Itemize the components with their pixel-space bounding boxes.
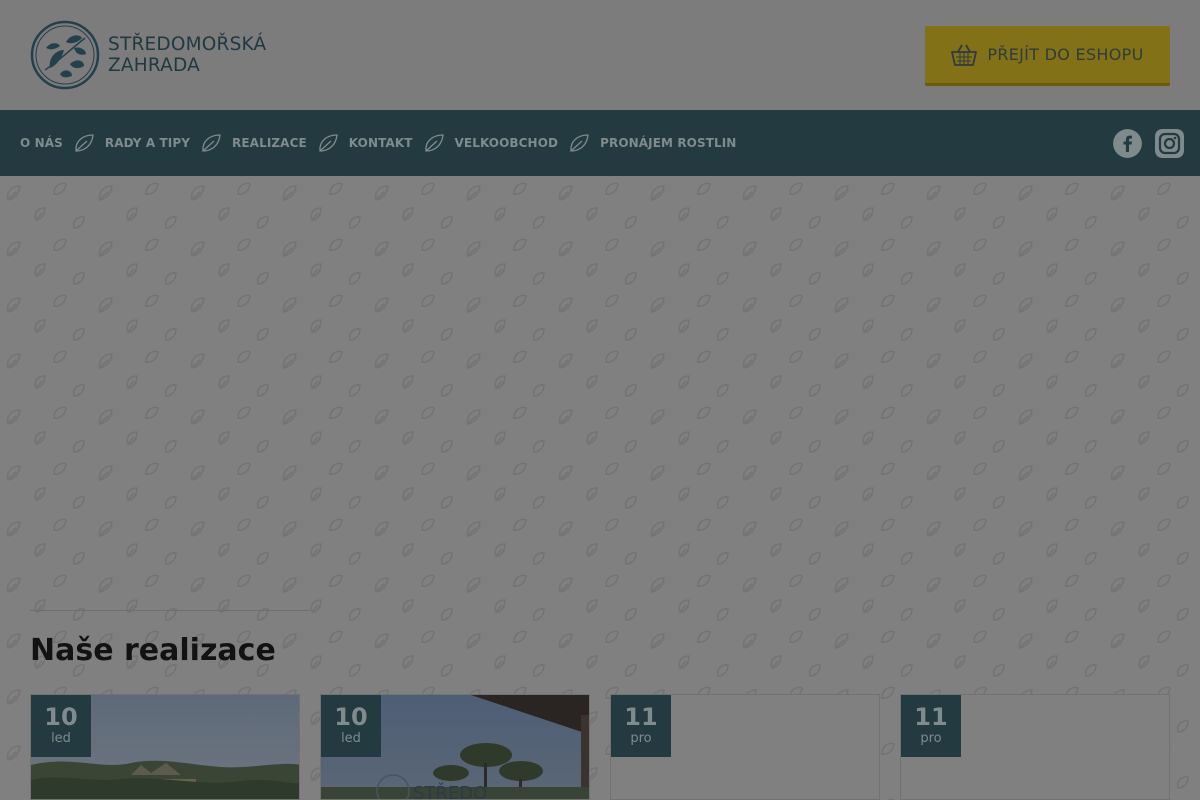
site-header: STŘEDOMOŘSKÁ ZAHRADA PŘEJÍT DO ESHOPU [0,0,1200,110]
date-day: 10 [44,703,78,731]
nav-item-realizace[interactable]: REALIZACE [232,136,307,150]
date-badge: 10 led [31,695,91,757]
watermark-text: STŘEDO [413,782,487,800]
date-badge: 11 pro [901,695,961,757]
realization-card[interactable]: 11 pro [610,694,880,800]
logo-line-1: STŘEDOMOŘSKÁ [108,34,267,55]
date-month: led [51,731,71,746]
date-badge: 11 pro [611,695,671,757]
instagram-icon[interactable] [1155,129,1184,158]
basket-icon [951,44,978,66]
nav-item-kontakt[interactable]: KONTAKT [349,136,413,150]
section-title: Naše realizace [30,633,276,668]
realization-card[interactable]: 11 pro [900,694,1170,800]
leaf-separator-icon [202,134,221,152]
main-navigation: O NÁS RADY A TIPY REALIZACE KONTAKT VELK… [0,110,1200,176]
date-day: 11 [914,703,948,731]
go-to-eshop-button[interactable]: PŘEJÍT DO ESHOPU [925,26,1170,83]
date-badge: 10 led [321,695,381,757]
realization-card[interactable]: STŘEDO 10 led [320,694,590,800]
leaf-separator-icon [75,134,94,152]
nav-item-pronajem-rostlin[interactable]: PRONÁJEM ROSTLIN [600,136,736,150]
date-day: 11 [624,703,658,731]
nav-item-rady-a-tipy[interactable]: RADY A TIPY [105,136,190,150]
date-month: pro [630,731,652,746]
date-month: pro [920,731,942,746]
leaf-separator-icon [570,134,589,152]
leaf-separator-icon [424,134,444,152]
nav-item-velkoobchod[interactable]: VELKOOBCHOD [455,136,559,150]
site-logo[interactable]: STŘEDOMOŘSKÁ ZAHRADA [30,20,290,90]
nav-items: O NÁS RADY A TIPY REALIZACE KONTAKT VELK… [20,110,736,176]
leaf-separator-icon [319,134,338,152]
section-divider [30,610,310,611]
realization-card[interactable]: 10 led [30,694,300,800]
nav-item-o-nas[interactable]: O NÁS [20,136,63,150]
facebook-icon[interactable] [1113,129,1142,158]
logo-text: STŘEDOMOŘSKÁ ZAHRADA [108,34,266,76]
logo-emblem-icon [30,20,100,90]
logo-line-2: ZAHRADA [108,55,200,76]
eshop-label: PŘEJÍT DO ESHOPU [987,45,1144,64]
date-month: led [341,731,361,746]
date-day: 10 [334,703,368,731]
